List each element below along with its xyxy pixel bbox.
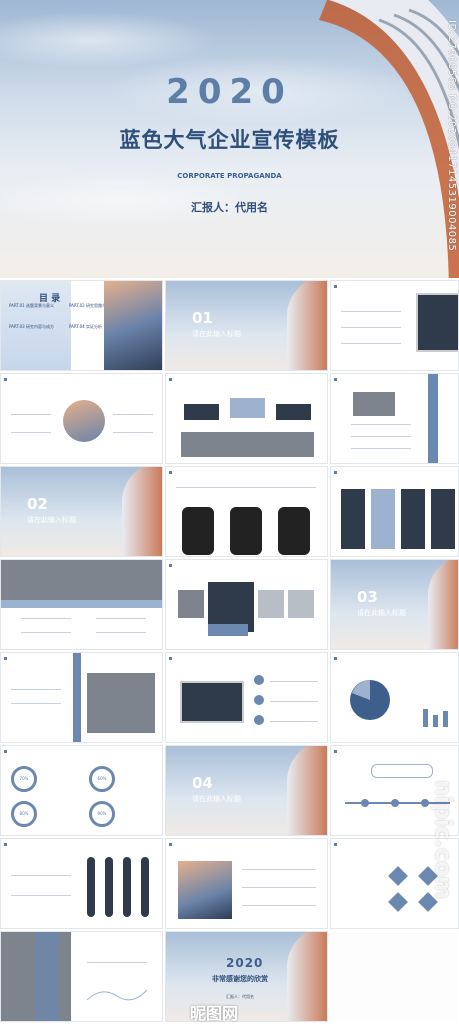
slide-three-icons[interactable]: [165, 373, 328, 464]
slide-header: [169, 470, 174, 475]
section-label: 请在此输入标题: [192, 795, 241, 803]
slide-photo-collage[interactable]: [165, 559, 328, 650]
slide-section-04[interactable]: 04 请在此输入标题: [165, 745, 328, 836]
slide-header: [169, 377, 174, 382]
slide-header: [334, 470, 339, 475]
slide-blank: [330, 931, 459, 1022]
slide-header: [4, 377, 9, 382]
slide-header: [4, 842, 9, 847]
ending-year: 2020: [226, 956, 264, 970]
progress-ring: 90%: [89, 801, 115, 827]
slide-section-01[interactable]: 01 请在此输入标题: [165, 280, 328, 371]
line-chart-graphic: [87, 989, 147, 1001]
bridge-photo: [353, 392, 395, 416]
progress-ring: 70%: [11, 766, 37, 792]
section-number: 02: [27, 495, 48, 513]
cover-slide: 2020 蓝色大气企业宣传模板 CORPORATE PROPAGANDA 汇报人…: [0, 0, 459, 278]
circle-photo: [63, 400, 105, 442]
slide-slider-bars[interactable]: [0, 838, 163, 929]
slide-header: [334, 284, 339, 289]
city-banner-photo: [1, 560, 162, 600]
laptop-image: [180, 681, 244, 723]
phone-mockup: [182, 507, 214, 555]
progress-ring: 60%: [89, 766, 115, 792]
slide-toc[interactable]: 目 录 PART.01 选题背景与意义 PART.02 研究思路与理论 PART…: [0, 280, 163, 371]
site-watermark: nipic.com: [430, 780, 455, 899]
slide-text-city[interactable]: [0, 652, 163, 743]
section-number: 04: [192, 774, 213, 792]
city-photo: [181, 432, 314, 457]
section-label: 请在此输入标题: [357, 609, 406, 617]
phone-mockup: [230, 507, 262, 555]
cover-reporter: 汇报人：代用名: [191, 201, 268, 214]
cover-subtitle: CORPORATE PROPAGANDA: [177, 172, 282, 180]
slide-header: [4, 656, 9, 661]
section-label: 请在此输入标题: [27, 516, 76, 524]
brand-watermark: 昵图网: [190, 1004, 239, 1023]
building-photo: [104, 281, 162, 370]
slide-header: [169, 656, 174, 661]
slide-laptop[interactable]: [330, 280, 459, 371]
section-number: 01: [192, 309, 213, 327]
slide-header: [169, 842, 174, 847]
ending-thanks: 非常感谢您的欣赏: [212, 975, 268, 983]
pie-chart-graphic: [350, 680, 390, 720]
slide-city-line-chart[interactable]: [0, 931, 163, 1022]
slide-laptop-list[interactable]: [165, 652, 328, 743]
slide-section-02[interactable]: 02 请在此输入标题: [0, 466, 163, 557]
progress-ring: 80%: [11, 801, 37, 827]
slide-four-cards[interactable]: [330, 466, 459, 557]
slide-header: [334, 749, 339, 754]
slide-header: [334, 377, 339, 382]
slide-header: [169, 563, 174, 568]
slide-header: [334, 656, 339, 661]
slide-phones[interactable]: [165, 466, 328, 557]
toc-item-1: PART.01 选题背景与意义: [9, 303, 54, 308]
image-id-watermark: ID:27908568 NO:20200417145319004085: [446, 20, 457, 252]
building-photo: [178, 861, 232, 919]
slide-photo-text[interactable]: [330, 373, 459, 464]
cover-year: 2020: [166, 72, 293, 112]
slide-pie-bar-chart[interactable]: [330, 652, 459, 743]
slide-section-03[interactable]: 03 请在此输入标题: [330, 559, 459, 650]
slide-city-banner[interactable]: [0, 559, 163, 650]
city-photo: [87, 673, 155, 733]
section-label: 请在此输入标题: [192, 330, 241, 338]
phone-mockup: [278, 507, 310, 555]
cover-title: 蓝色大气企业宣传模板: [119, 128, 340, 152]
laptop-image: [416, 293, 458, 352]
toc-item-3: PART.03 研究内容与成方: [9, 324, 54, 329]
toc-item-4: PART.04 实证分析: [69, 324, 102, 329]
section-number: 03: [357, 588, 378, 606]
slide-photo-list[interactable]: [165, 838, 328, 929]
slide-header: [4, 749, 9, 754]
slide-header: [334, 842, 339, 847]
slide-progress-rings[interactable]: 70% 60% 80% 90%: [0, 745, 163, 836]
slide-pie-circle[interactable]: [0, 373, 163, 464]
